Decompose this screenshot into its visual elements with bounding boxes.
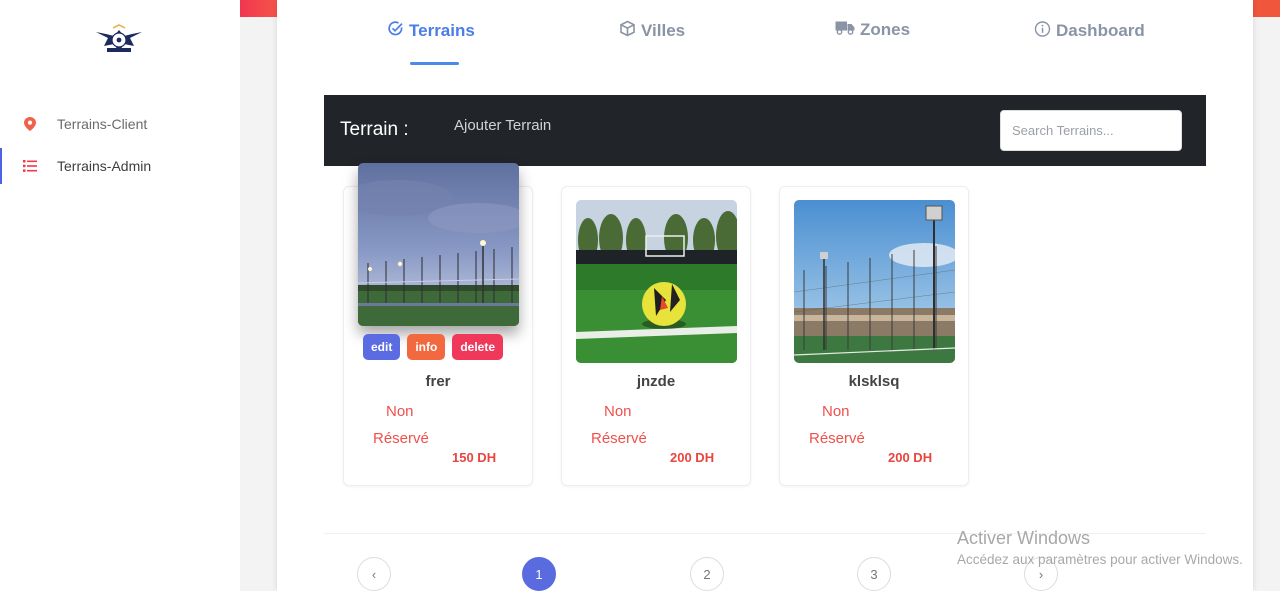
- toolbar-title: Terrain :: [340, 119, 409, 140]
- tab-terrains[interactable]: Terrains: [387, 20, 475, 42]
- tab-label: Villes: [641, 21, 686, 40]
- chevron-right-icon: ›: [1038, 566, 1044, 582]
- terrain-section: Terrain : Ajouter Terrain Search Terrain…: [324, 95, 1206, 591]
- sidebar-item-terrains-admin[interactable]: Terrains-Admin: [0, 148, 240, 184]
- status-text: Non: [386, 403, 414, 420]
- tab-label: Dashboard: [1056, 21, 1145, 40]
- status-text: Réservé: [373, 430, 429, 447]
- sidebar-item-terrains-client[interactable]: Terrains-Client: [0, 106, 240, 142]
- terrain-image: [794, 200, 955, 363]
- delete-button[interactable]: delete: [452, 334, 504, 360]
- page-3-button[interactable]: 3: [857, 557, 891, 591]
- terrain-price: 200 DH: [888, 450, 933, 465]
- terrain-name: jnzde: [636, 373, 676, 390]
- edit-button[interactable]: edit: [363, 334, 401, 360]
- terrain-price: 200 DH: [670, 450, 715, 465]
- terrain-image: [576, 200, 737, 363]
- tab-dashboard[interactable]: Dashboard: [1034, 20, 1145, 42]
- check-circle-icon: [387, 20, 404, 42]
- decorative-gradient-strip: [240, 0, 277, 17]
- info-button[interactable]: info: [407, 334, 446, 360]
- tab-label: Zones: [860, 20, 911, 39]
- truck-icon: [835, 20, 855, 40]
- status-text: Non: [604, 403, 632, 420]
- status-text: Réservé: [591, 430, 647, 447]
- tab-villes[interactable]: Villes: [619, 20, 685, 42]
- list-icon: [22, 158, 38, 174]
- map-pin-icon: [22, 116, 38, 132]
- tab-bar: Terrains Villes Zones Dashboard: [277, 0, 1253, 80]
- terrain-image: [358, 163, 519, 326]
- decorative-gradient-strip: [1253, 0, 1280, 17]
- sidebar: Terrains-Client Terrains-Admin: [0, 0, 240, 591]
- tab-zones[interactable]: Zones: [835, 20, 910, 40]
- tab-label: Terrains: [409, 21, 475, 40]
- terrain-card[interactable]: edit info delete frer Non Réservé 150 DH: [343, 163, 533, 486]
- info-icon: [1034, 20, 1051, 42]
- app-logo[interactable]: [94, 24, 144, 56]
- sidebar-item-label: Terrains-Client: [57, 116, 148, 132]
- box-icon: [619, 20, 636, 42]
- terrain-card[interactable]: klsklsq Non Réservé 200 DH: [779, 186, 969, 486]
- chevron-left-icon: ‹: [371, 566, 377, 582]
- active-tab-indicator: [410, 62, 459, 65]
- terrain-toolbar: Terrain : Ajouter Terrain: [324, 95, 1206, 166]
- terrain-name: klsklsq: [848, 373, 900, 390]
- terrain-name: frer: [425, 373, 451, 390]
- search-input[interactable]: [1000, 110, 1182, 151]
- page-2-button[interactable]: 2: [690, 557, 724, 591]
- add-terrain-link[interactable]: Ajouter Terrain: [454, 117, 551, 134]
- prev-page-button[interactable]: ‹: [357, 557, 391, 591]
- terrain-price: 150 DH: [452, 450, 497, 465]
- watermark-subtitle: Accédez aux paramètres pour activer Wind…: [957, 552, 1243, 567]
- status-text: Non: [822, 403, 850, 420]
- status-text: Réservé: [809, 430, 865, 447]
- watermark-title: Activer Windows: [957, 528, 1091, 548]
- page-1-button[interactable]: 1: [522, 557, 556, 591]
- sidebar-item-label: Terrains-Admin: [57, 158, 152, 174]
- windows-activation-watermark: Activer Windows Accédez aux paramètres p…: [957, 528, 1243, 567]
- terrain-card-grid: edit info delete frer Non Réservé 150 DH: [324, 163, 1206, 533]
- card-actions: edit info delete: [363, 334, 504, 360]
- terrain-card[interactable]: jnzde Non Réservé 200 DH: [561, 186, 751, 486]
- main-panel: Terrains Villes Zones Dashboard Terrain …: [277, 0, 1253, 591]
